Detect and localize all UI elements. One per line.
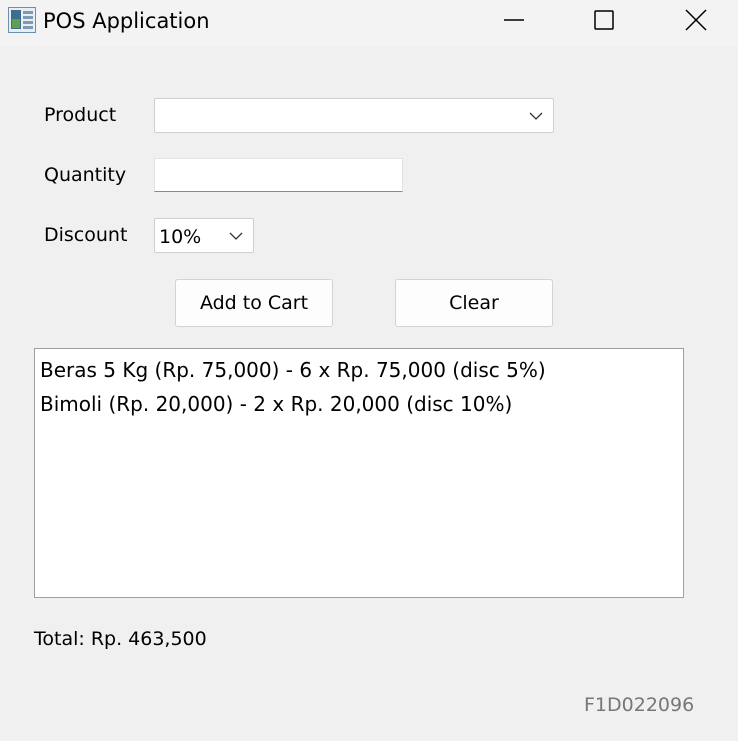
chevron-down-icon <box>229 232 243 240</box>
quantity-input[interactable] <box>154 158 403 192</box>
list-item[interactable]: Beras 5 Kg (Rp. 75,000) - 6 x Rp. 75,000… <box>40 353 678 387</box>
total-label: Total: Rp. 463,500 <box>34 628 207 650</box>
list-item[interactable]: Bimoli (Rp. 20,000) - 2 x Rp. 20,000 (di… <box>40 387 678 421</box>
cart-list[interactable]: Beras 5 Kg (Rp. 75,000) - 6 x Rp. 75,000… <box>34 348 684 598</box>
title-bar: POS Application <box>0 0 738 46</box>
close-icon <box>685 9 707 31</box>
product-label: Product <box>44 104 117 126</box>
maximize-icon <box>594 10 614 30</box>
add-to-cart-button[interactable]: Add to Cart <box>175 279 333 327</box>
clear-button[interactable]: Clear <box>395 279 553 327</box>
app-icon <box>8 7 36 33</box>
quantity-label: Quantity <box>44 164 127 186</box>
discount-label: Discount <box>44 224 128 246</box>
product-select[interactable] <box>154 98 554 133</box>
close-button[interactable] <box>673 0 719 40</box>
minimize-button[interactable] <box>491 0 537 40</box>
chevron-down-icon <box>529 112 543 120</box>
minimize-icon <box>504 19 524 21</box>
student-id-label: F1D022096 <box>584 694 695 716</box>
discount-select-value: 10% <box>159 226 202 248</box>
window-title: POS Application <box>43 9 210 33</box>
maximize-button[interactable] <box>581 0 627 40</box>
discount-select[interactable]: 10% <box>154 218 254 253</box>
